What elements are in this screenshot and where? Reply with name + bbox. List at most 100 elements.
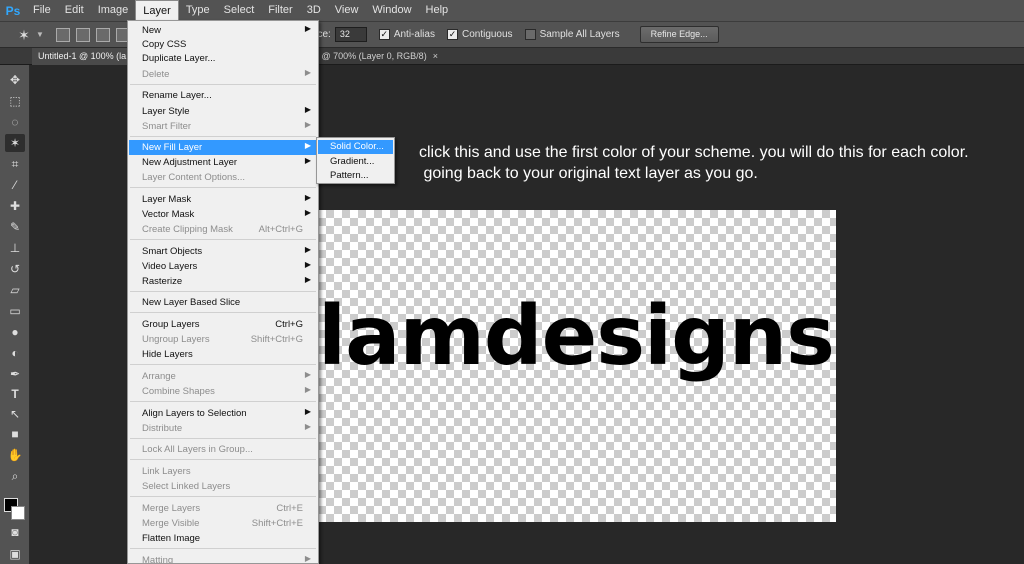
- menu-filter[interactable]: Filter: [261, 0, 299, 21]
- tab-layer-0-label: g @ 700% (Layer 0, RGB/8): [314, 51, 427, 61]
- subtract-selection-icon[interactable]: [95, 27, 110, 42]
- tolerance-input[interactable]: 32: [334, 27, 367, 42]
- menu-item-smart-filter-label: Smart Filter: [142, 121, 192, 132]
- menu-item-new-layer-based-slice[interactable]: New Layer Based Slice: [129, 295, 317, 310]
- menu-separator: [130, 496, 316, 497]
- tab-untitled-1-label: Untitled-1 @ 100% (la: [38, 51, 127, 61]
- marquee-tool-icon[interactable]: ⬚: [5, 92, 25, 110]
- magic-wand-icon[interactable]: ✶: [5, 134, 25, 152]
- menu-item-merge-visible[interactable]: Merge Visible Shift+Ctrl+E: [129, 516, 317, 531]
- menu-item-copy-css[interactable]: Copy CSS: [129, 37, 317, 52]
- menu-item-align-layers[interactable]: Align Layers to Selection ▶: [129, 406, 317, 421]
- submenu-arrow-icon: ▶: [304, 156, 311, 165]
- healing-brush-icon[interactable]: ✚: [5, 197, 25, 215]
- menu-item-merge-layers-label: Merge Layers: [142, 503, 201, 514]
- menu-image[interactable]: Image: [91, 0, 136, 21]
- menu-item-merge-layers[interactable]: Merge Layers Ctrl+E: [129, 501, 317, 516]
- menu-item-new-adjustment-layer[interactable]: New Adjustment Layer ▶: [129, 155, 317, 170]
- add-selection-icon[interactable]: [75, 27, 90, 42]
- submenu-item-gradient-label: Gradient...: [330, 156, 375, 167]
- menu-item-duplicate-layer[interactable]: Duplicate Layer...: [129, 51, 317, 66]
- menu-item-create-clipping-mask-label: Create Clipping Mask: [142, 224, 233, 235]
- menu-separator: [130, 364, 316, 365]
- eraser-tool-icon[interactable]: ▱: [5, 281, 25, 299]
- menu-item-new-label: New: [142, 25, 162, 36]
- clone-stamp-icon[interactable]: ⊥: [5, 239, 25, 257]
- menu-select[interactable]: Select: [217, 0, 262, 21]
- menu-item-combine-shapes-label: Combine Shapes: [142, 386, 215, 397]
- menu-layer[interactable]: Layer: [135, 0, 179, 21]
- submenu-item-pattern[interactable]: Pattern...: [318, 169, 393, 183]
- menu-item-create-clipping-mask[interactable]: Create Clipping Mask Alt+Ctrl+G: [129, 222, 317, 237]
- menu-item-vector-mask[interactable]: Vector Mask ▶: [129, 207, 317, 222]
- blur-tool-icon[interactable]: ●: [5, 323, 25, 341]
- menu-item-lock-all-layers[interactable]: Lock All Layers in Group...: [129, 442, 317, 457]
- move-tool-icon[interactable]: ✥: [5, 71, 25, 89]
- pen-tool-icon[interactable]: ✒: [5, 365, 25, 383]
- brush-tool-icon[interactable]: ✎: [5, 218, 25, 236]
- menu-item-smart-objects[interactable]: Smart Objects ▶: [129, 244, 317, 259]
- history-brush-icon[interactable]: ↺: [5, 260, 25, 278]
- menu-bar: Ps File Edit Image Layer Type Select Fil…: [0, 0, 1024, 21]
- new-selection-icon[interactable]: [55, 27, 70, 42]
- tool-preset-chevron-down-icon[interactable]: ▼: [36, 30, 44, 39]
- menu-item-matting[interactable]: Matting ▶: [129, 553, 317, 563]
- menu-file[interactable]: File: [26, 0, 58, 21]
- menu-item-flatten-image[interactable]: Flatten Image: [129, 531, 317, 546]
- menu-view[interactable]: View: [328, 0, 366, 21]
- menu-item-video-layers[interactable]: Video Layers ▶: [129, 259, 317, 274]
- menu-item-smart-filter[interactable]: Smart Filter ▶: [129, 119, 317, 134]
- close-icon[interactable]: ×: [433, 51, 438, 61]
- magic-wand-tool-icon[interactable]: ✶: [14, 25, 34, 45]
- menu-item-layer-content-options[interactable]: Layer Content Options...: [129, 170, 317, 185]
- dodge-tool-icon[interactable]: ◐: [5, 344, 25, 362]
- submenu-item-solid-color[interactable]: Solid Color...: [318, 140, 393, 154]
- menu-item-distribute[interactable]: Distribute ▶: [129, 421, 317, 436]
- menu-item-video-layers-label: Video Layers: [142, 261, 198, 272]
- hand-tool-icon[interactable]: ✋: [5, 446, 25, 464]
- menu-item-align-layers-label: Align Layers to Selection: [142, 408, 247, 419]
- zoom-tool-icon[interactable]: ⌕: [5, 467, 25, 485]
- menu-item-rasterize[interactable]: Rasterize ▶: [129, 274, 317, 289]
- menu-item-delete[interactable]: Delete ▶: [129, 67, 317, 82]
- menu-item-select-linked-layers[interactable]: Select Linked Layers: [129, 479, 317, 494]
- menu-item-layer-style[interactable]: Layer Style ▶: [129, 104, 317, 119]
- menu-separator: [130, 136, 316, 137]
- menu-item-new[interactable]: New ▶: [129, 23, 317, 38]
- screen-mode-icon[interactable]: ▣: [5, 545, 25, 563]
- menu-item-arrange-label: Arrange: [142, 371, 176, 382]
- refine-edge-button[interactable]: Refine Edge...: [639, 26, 719, 43]
- menu-item-hide-layers[interactable]: Hide Layers: [129, 347, 317, 362]
- menu-separator: [130, 438, 316, 439]
- layer-menu-dropdown: New ▶ Copy CSS Duplicate Layer... Delete ▶…: [127, 20, 319, 564]
- tab-untitled-1[interactable]: Untitled-1 @ 100% (la: [32, 48, 133, 65]
- menu-separator: [130, 84, 316, 85]
- menu-item-link-layers[interactable]: Link Layers: [129, 464, 317, 479]
- menu-item-combine-shapes[interactable]: Combine Shapes ▶: [129, 384, 317, 399]
- menu-item-group-layers[interactable]: Group Layers Ctrl+G: [129, 317, 317, 332]
- lasso-tool-icon[interactable]: ◌: [5, 113, 25, 131]
- path-selection-icon[interactable]: ↖: [5, 405, 25, 423]
- contiguous-checkbox[interactable]: ✓: [446, 29, 458, 40]
- menu-window[interactable]: Window: [365, 0, 418, 21]
- submenu-item-gradient[interactable]: Gradient...: [318, 155, 393, 169]
- menu-type[interactable]: Type: [179, 0, 217, 21]
- type-tool-icon[interactable]: T: [5, 385, 25, 403]
- gradient-tool-icon[interactable]: ▭: [5, 302, 25, 320]
- menu-item-layer-mask[interactable]: Layer Mask ▶: [129, 192, 317, 207]
- menu-item-new-fill-layer[interactable]: New Fill Layer ▶: [129, 140, 317, 155]
- menu-item-rename-layer[interactable]: Rename Layer...: [129, 88, 317, 103]
- menu-item-ungroup-layers[interactable]: Ungroup Layers Shift+Ctrl+G: [129, 332, 317, 347]
- menu-3d[interactable]: 3D: [300, 0, 328, 21]
- rectangle-tool-icon[interactable]: ■: [5, 425, 25, 443]
- menu-item-arrange[interactable]: Arrange ▶: [129, 369, 317, 384]
- anti-alias-checkbox[interactable]: ✓: [378, 29, 390, 40]
- tab-layer-0[interactable]: g @ 700% (Layer 0, RGB/8) ×: [308, 48, 444, 65]
- sample-all-layers-checkbox[interactable]: [524, 29, 536, 40]
- menu-edit[interactable]: Edit: [58, 0, 91, 21]
- crop-tool-icon[interactable]: ⌗: [5, 155, 25, 173]
- background-color-swatch[interactable]: [11, 506, 25, 520]
- eyedropper-tool-icon[interactable]: ⁄: [5, 176, 25, 194]
- quick-mask-icon[interactable]: ◙: [5, 523, 25, 541]
- menu-help[interactable]: Help: [419, 0, 456, 21]
